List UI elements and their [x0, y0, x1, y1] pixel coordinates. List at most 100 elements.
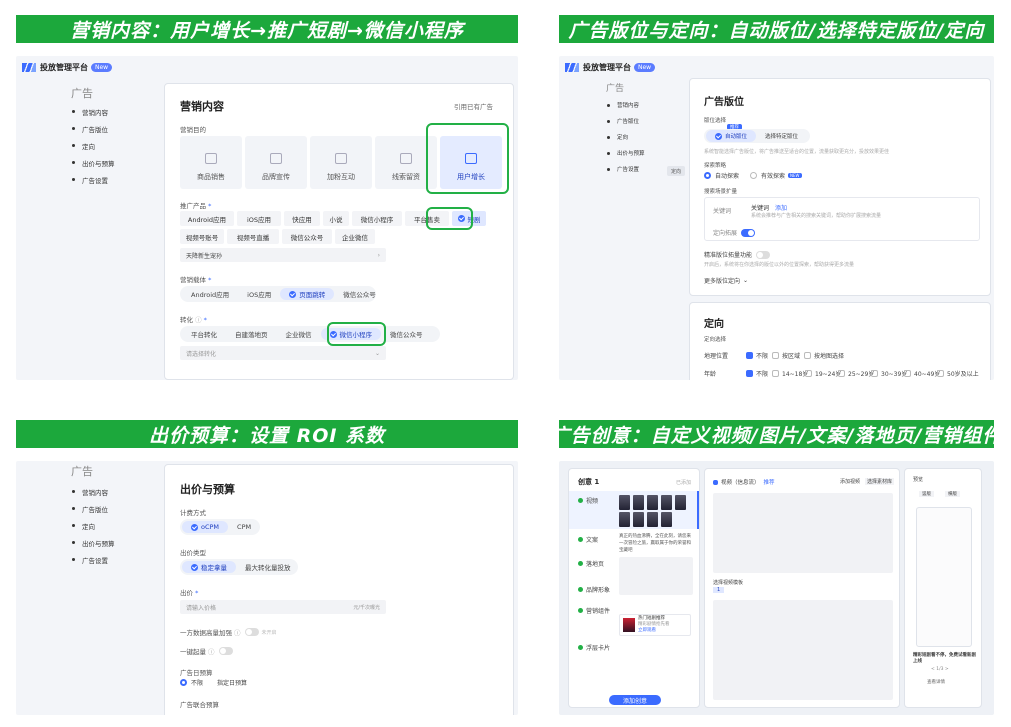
- sidebar-item-settings[interactable]: 广告设置: [607, 161, 645, 177]
- highlight-growth: [426, 123, 509, 194]
- smart-expand-toggle[interactable]: [741, 228, 756, 237]
- goal-tile-brand[interactable]: 品牌宣传: [245, 136, 307, 189]
- geo-map[interactable]: 按地图选择: [804, 351, 844, 360]
- product-channels-live[interactable]: 视频号直播: [227, 229, 279, 244]
- carrier-android[interactable]: Android应用: [182, 288, 238, 300]
- sidebar-item-placement[interactable]: 广告版位: [72, 500, 115, 517]
- carrier-official-account[interactable]: 微信公众号: [334, 288, 385, 300]
- sidebar-item-placement[interactable]: 广告版位: [72, 120, 115, 137]
- sidebar-item-settings[interactable]: 广告设置: [72, 171, 115, 188]
- budget-daily[interactable]: 指定日预算: [217, 678, 247, 687]
- sidebar-item-bidding[interactable]: 出价与预算: [72, 534, 115, 551]
- age-14-18[interactable]: 14~18岁: [772, 369, 808, 378]
- video-thumb[interactable]: [647, 512, 658, 527]
- geo-any[interactable]: 不限: [746, 351, 768, 360]
- creative-row-landing[interactable]: 落地页: [578, 559, 604, 568]
- place-auto[interactable]: 自动版位: [706, 130, 757, 142]
- product-official-account[interactable]: 微信公众号: [282, 229, 332, 244]
- creative-row-overlay[interactable]: 浮层卡片: [578, 643, 610, 652]
- status-dot-icon: [578, 498, 583, 503]
- product-novel[interactable]: 小说: [323, 211, 349, 226]
- video-thumb[interactable]: [633, 495, 644, 510]
- carrier-page-jump[interactable]: 页面跳转: [280, 288, 335, 300]
- library-select[interactable]: 选择素材库: [865, 478, 895, 485]
- keyword-add-link[interactable]: 添加: [775, 203, 787, 212]
- sidebar-item-targeting[interactable]: 定向: [607, 129, 645, 145]
- product-quickapp[interactable]: 快应用: [284, 211, 320, 226]
- app-bar: 投放管理平台 New: [16, 56, 518, 78]
- add-creative-button[interactable]: 添加创意: [609, 695, 661, 705]
- bid-input[interactable]: 请输入价格 元/千次曝光: [180, 600, 386, 614]
- sidebar-item-placement[interactable]: 广告版位: [607, 113, 645, 129]
- creative-row-brand[interactable]: 品牌形象: [578, 585, 610, 594]
- placement-title: 广告版位: [704, 97, 744, 108]
- conversion-select[interactable]: 请选择转化 ⌄: [180, 346, 386, 360]
- video-thumb[interactable]: [675, 495, 686, 510]
- template-tab-1[interactable]: 1: [713, 587, 725, 593]
- deep-toggle[interactable]: [218, 647, 233, 655]
- place-specific[interactable]: 选择特定版位: [756, 130, 807, 142]
- explore-effective[interactable]: 有效探索 NEW: [750, 171, 802, 180]
- keyword-value: 关键词 添加: [751, 203, 788, 212]
- preview-pager[interactable]: < 1/3 >: [931, 667, 949, 672]
- video-thumb[interactable]: [661, 512, 672, 527]
- goal-tile-sales[interactable]: 商品销售: [180, 136, 242, 189]
- explore-auto[interactable]: 自动探索: [704, 171, 739, 180]
- promo-button[interactable]: 立即观看: [638, 628, 670, 634]
- preview-tab-portrait[interactable]: 竖版: [919, 491, 934, 497]
- age-19-24[interactable]: 19~24岁: [805, 369, 841, 378]
- carrier-ios[interactable]: iOS应用: [238, 288, 280, 300]
- sidebar-item-targeting[interactable]: 定向: [72, 517, 115, 534]
- sidebar-item-bidding[interactable]: 出价与预算: [607, 145, 645, 161]
- bid-type-stable[interactable]: 稳定拿量: [182, 561, 236, 573]
- sidebar-item-marketing[interactable]: 营销内容: [72, 103, 115, 120]
- region-expand-toggle[interactable]: [756, 250, 771, 259]
- side-target-tag[interactable]: 定向: [667, 166, 685, 176]
- bid-type-max[interactable]: 最大转化量投放: [236, 561, 300, 573]
- sidebar-item-settings[interactable]: 广告设置: [72, 551, 115, 568]
- add-video-link[interactable]: 添加视频: [840, 478, 860, 485]
- video-thumb[interactable]: [619, 495, 630, 510]
- conv-official-account[interactable]: 微信公众号: [381, 328, 432, 340]
- creative-row-component[interactable]: 营销组件: [578, 606, 610, 615]
- age-40-49[interactable]: 40~49岁: [904, 369, 940, 378]
- video-thumb[interactable]: [661, 495, 672, 510]
- goal-tile-fans[interactable]: 加粉互动: [310, 136, 372, 189]
- billing-cpm[interactable]: CPM: [228, 521, 260, 533]
- video-thumb[interactable]: [647, 495, 658, 510]
- age-any[interactable]: 不限: [746, 369, 768, 378]
- video-thumb[interactable]: [619, 512, 630, 527]
- conv-platform[interactable]: 平台转化: [182, 328, 226, 340]
- preview-detail-link[interactable]: 查看详情: [927, 679, 945, 685]
- geo-region[interactable]: 按区域: [772, 351, 800, 360]
- product-android[interactable]: Android应用: [180, 211, 234, 226]
- sidebar-item-marketing[interactable]: 营销内容: [607, 97, 645, 113]
- product-select[interactable]: 天降新生宠孙 ›: [180, 248, 386, 262]
- product-miniprogram[interactable]: 微信小程序: [352, 211, 402, 226]
- conv-landing[interactable]: 自建落地页: [226, 328, 277, 340]
- age-25-29[interactable]: 25~29岁: [838, 369, 874, 378]
- product-ios[interactable]: iOS应用: [237, 211, 281, 226]
- video-drop-area[interactable]: [713, 493, 893, 573]
- sidebar-item-bidding[interactable]: 出价与预算: [72, 154, 115, 171]
- billing-ocpm[interactable]: oCPM: [182, 521, 229, 533]
- age-30-39[interactable]: 30~39岁: [871, 369, 907, 378]
- banner-marketing: 营销内容：用户增长→推广短剧→微信小程序: [16, 15, 518, 43]
- preview-tab-landscape[interactable]: 横版: [945, 491, 960, 497]
- more-placement-link[interactable]: 更多版位定向 ⌄: [704, 276, 748, 285]
- age-50plus[interactable]: 50岁及以上: [937, 369, 979, 378]
- budget-unlimited[interactable]: 不限: [180, 678, 203, 687]
- creative-row-video[interactable]: 视频: [578, 496, 598, 505]
- video-thumb[interactable]: [633, 512, 644, 527]
- conv-wecom[interactable]: 企业微信: [277, 328, 321, 340]
- template-area[interactable]: [713, 600, 893, 700]
- creative-row-copy[interactable]: 文案: [578, 535, 598, 544]
- sidebar-item-marketing[interactable]: 营销内容: [72, 483, 115, 500]
- reference-ad-link[interactable]: 引用已有广告: [454, 101, 493, 111]
- product-wecom[interactable]: 企业微信: [335, 229, 375, 244]
- landing-preview[interactable]: [619, 557, 693, 595]
- product-channels-account[interactable]: 视频号账号: [180, 229, 224, 244]
- sidebar-item-targeting[interactable]: 定向: [72, 137, 115, 154]
- coef-toggle[interactable]: [244, 628, 259, 636]
- promo-card[interactable]: 热门短剧推荐 精彩剧情抢先看 立即观看: [619, 614, 691, 636]
